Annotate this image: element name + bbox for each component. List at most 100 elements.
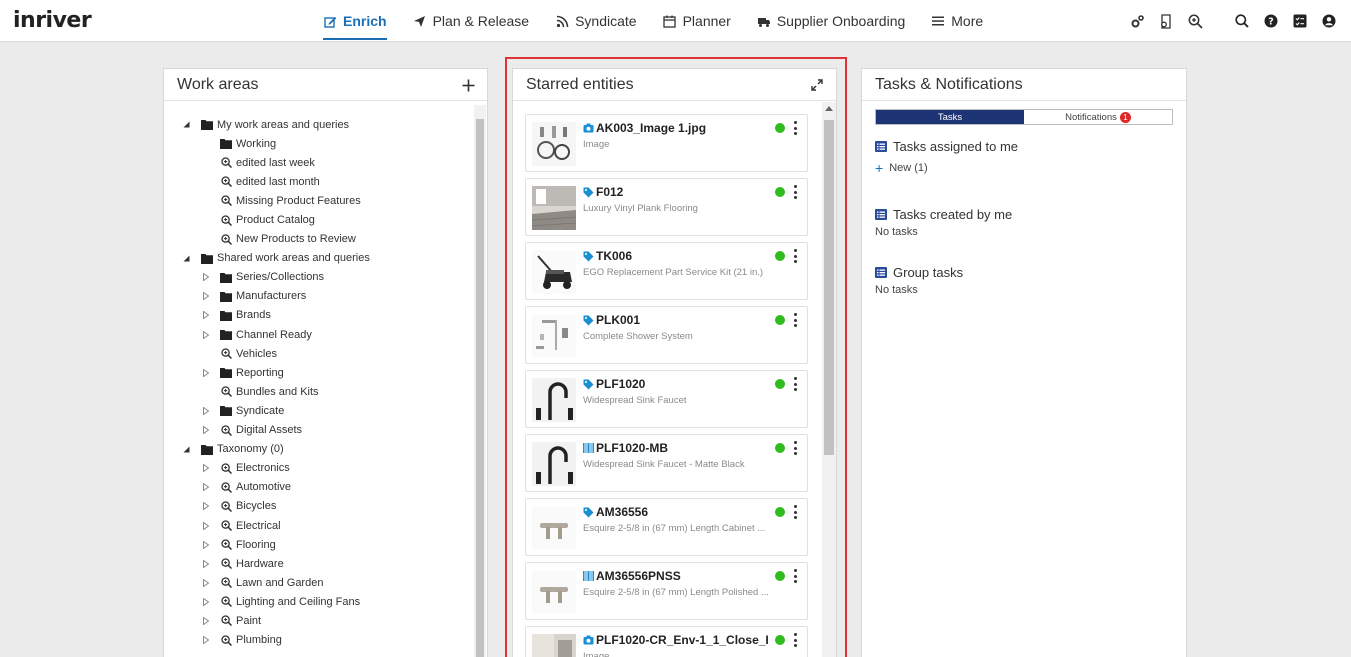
- collapsed-arrow-icon[interactable]: [202, 597, 210, 606]
- tree-item[interactable]: Plumbing: [164, 631, 472, 650]
- nav-more[interactable]: More: [931, 0, 983, 42]
- work-areas-scrollbar[interactable]: [474, 105, 486, 657]
- more-options-icon[interactable]: [791, 185, 799, 199]
- tree-item[interactable]: Vehicles: [164, 344, 472, 363]
- tree-item[interactable]: Digital Assets: [164, 421, 472, 440]
- workspace-icon[interactable]: [1157, 12, 1175, 30]
- tree-item[interactable]: Reporting: [164, 363, 472, 382]
- nav-supplier-onboarding[interactable]: Supplier Onboarding: [757, 0, 905, 42]
- starred-entity-card[interactable]: PLF1020-MB Widespread Sink Faucet - Matte…: [525, 434, 808, 492]
- tab-tasks[interactable]: Tasks: [876, 110, 1024, 124]
- more-options-icon[interactable]: [791, 441, 799, 455]
- tree-item[interactable]: Taxonomy (0): [164, 440, 472, 459]
- entity-title[interactable]: PLF1020-CR_Env-1_1_Close_H...: [583, 633, 768, 647]
- expanded-arrow-icon[interactable]: [182, 121, 190, 129]
- tree-item[interactable]: Brands: [164, 306, 472, 325]
- user-icon[interactable]: [1320, 12, 1338, 30]
- collapsed-arrow-icon[interactable]: [202, 464, 210, 473]
- tree-item[interactable]: Product Catalog: [164, 210, 472, 229]
- tree-item[interactable]: New Products to Review: [164, 230, 472, 249]
- more-options-icon[interactable]: [791, 633, 799, 647]
- expanded-arrow-icon[interactable]: [182, 254, 190, 262]
- tree-item[interactable]: My work areas and queries: [164, 115, 472, 134]
- starred-entity-card[interactable]: PLF1020 Widespread Sink Faucet: [525, 370, 808, 428]
- starred-scroll-thumb[interactable]: [824, 120, 834, 455]
- entity-title[interactable]: TK006: [583, 249, 632, 263]
- entity-title[interactable]: AM36556: [583, 505, 648, 519]
- nav-syndicate[interactable]: Syndicate: [555, 0, 637, 42]
- nav-planner[interactable]: Planner: [663, 0, 731, 42]
- tree-item[interactable]: Lawn and Garden: [164, 573, 472, 592]
- tree-item[interactable]: Electronics: [164, 459, 472, 478]
- starred-entity-card[interactable]: PLK001 Complete Shower System: [525, 306, 808, 364]
- starred-entity-card[interactable]: AM36556 Esquire 2-5/8 in (67 mm) Length C…: [525, 498, 808, 556]
- collapsed-arrow-icon[interactable]: [202, 330, 210, 339]
- nav-enrich[interactable]: Enrich: [323, 0, 387, 42]
- tree-item[interactable]: edited last month: [164, 172, 472, 191]
- starred-scrollbar[interactable]: [822, 102, 836, 657]
- starred-entity-card[interactable]: AM36556PNSS Esquire 2-5/8 in (67 mm) Leng…: [525, 562, 808, 620]
- nav-plan-release[interactable]: Plan & Release: [413, 0, 529, 42]
- settings-gears-icon[interactable]: [1128, 12, 1146, 30]
- tree-item[interactable]: Lighting and Ceiling Fans: [164, 592, 472, 611]
- collapsed-arrow-icon[interactable]: [202, 540, 210, 549]
- search-icon[interactable]: [1233, 12, 1251, 30]
- entity-title[interactable]: AM36556PNSS: [583, 569, 681, 583]
- tree-item[interactable]: Bundles and Kits: [164, 382, 472, 401]
- entity-title[interactable]: PLF1020-MB: [583, 441, 668, 455]
- inriver-logo[interactable]: inriver: [13, 8, 92, 33]
- collapsed-arrow-icon[interactable]: [202, 368, 210, 377]
- tree-item[interactable]: Hardware: [164, 554, 472, 573]
- tree-item[interactable]: Syndicate: [164, 401, 472, 420]
- more-options-icon[interactable]: [791, 569, 799, 583]
- zoom-in-icon[interactable]: [1186, 12, 1204, 30]
- help-icon[interactable]: ?: [1262, 12, 1280, 30]
- entity-title[interactable]: PLK001: [583, 313, 640, 327]
- entity-title[interactable]: AK003_Image 1.jpg: [583, 121, 706, 135]
- checklist-icon[interactable]: [1291, 12, 1309, 30]
- tree-item[interactable]: Bicycles: [164, 497, 472, 516]
- starred-entity-card[interactable]: F012 Luxury Vinyl Plank Flooring: [525, 178, 808, 236]
- work-areas-scroll-thumb[interactable]: [476, 119, 484, 657]
- tree-item[interactable]: Paint: [164, 611, 472, 630]
- more-options-icon[interactable]: [791, 505, 799, 519]
- more-options-icon[interactable]: [791, 249, 799, 263]
- tree-item[interactable]: Channel Ready: [164, 325, 472, 344]
- collapsed-arrow-icon[interactable]: [202, 521, 210, 530]
- new-tasks-toggle[interactable]: + New (1): [875, 161, 928, 175]
- query-icon: [220, 214, 232, 226]
- add-work-area-button[interactable]: [459, 76, 477, 94]
- more-options-icon[interactable]: [791, 121, 799, 135]
- collapsed-arrow-icon[interactable]: [202, 636, 210, 645]
- starred-entity-card[interactable]: TK006 EGO Replacement Part Service Kit (2…: [525, 242, 808, 300]
- tree-item[interactable]: Flooring: [164, 535, 472, 554]
- tree-item[interactable]: Series/Collections: [164, 268, 472, 287]
- tree-item[interactable]: Shared work areas and queries: [164, 249, 472, 268]
- collapsed-arrow-icon[interactable]: [202, 406, 210, 415]
- tree-item[interactable]: Electrical: [164, 516, 472, 535]
- more-options-icon[interactable]: [791, 313, 799, 327]
- entity-title[interactable]: F012: [583, 185, 623, 199]
- collapsed-arrow-icon[interactable]: [202, 311, 210, 320]
- collapsed-arrow-icon[interactable]: [202, 578, 210, 587]
- tree-item[interactable]: Automotive: [164, 478, 472, 497]
- tree-item[interactable]: edited last week: [164, 153, 472, 172]
- starred-entity-card[interactable]: PLF1020-CR_Env-1_1_Close_H... Image: [525, 626, 808, 657]
- collapsed-arrow-icon[interactable]: [202, 616, 210, 625]
- tree-item[interactable]: Working: [164, 134, 472, 153]
- tree-item[interactable]: Manufacturers: [164, 287, 472, 306]
- tab-notifications[interactable]: Notifications 1: [1024, 110, 1172, 124]
- collapsed-arrow-icon[interactable]: [202, 426, 210, 435]
- scroll-up-arrow-icon[interactable]: [825, 106, 833, 111]
- tree-item[interactable]: Missing Product Features: [164, 191, 472, 210]
- collapsed-arrow-icon[interactable]: [202, 559, 210, 568]
- expand-panel-button[interactable]: [808, 76, 826, 94]
- more-options-icon[interactable]: [791, 377, 799, 391]
- expanded-arrow-icon[interactable]: [182, 445, 190, 453]
- starred-entity-card[interactable]: AK003_Image 1.jpg Image: [525, 114, 808, 172]
- collapsed-arrow-icon[interactable]: [202, 483, 210, 492]
- collapsed-arrow-icon[interactable]: [202, 292, 210, 301]
- collapsed-arrow-icon[interactable]: [202, 273, 210, 282]
- collapsed-arrow-icon[interactable]: [202, 502, 210, 511]
- entity-title[interactable]: PLF1020: [583, 377, 645, 391]
